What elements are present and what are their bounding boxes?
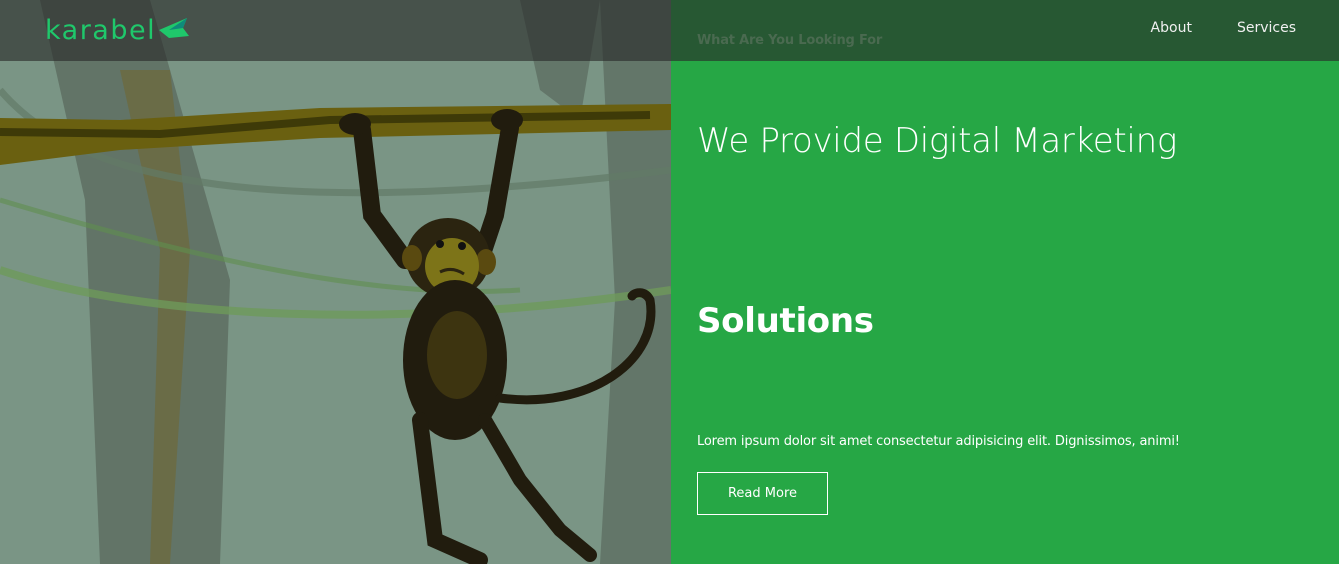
- search-placeholder[interactable]: What Are You Looking For: [697, 33, 882, 48]
- nav-item-about[interactable]: About: [1151, 20, 1192, 36]
- read-more-button[interactable]: Read More: [697, 472, 828, 515]
- graduation-cap-icon: [157, 16, 191, 44]
- top-navigation-bar: [0, 0, 1339, 61]
- nav-item-services[interactable]: Services: [1237, 20, 1296, 36]
- main-nav: About Services: [1151, 20, 1296, 36]
- hero-headline-continuation: Solutions: [697, 301, 874, 341]
- hero-description: Lorem ipsum dolor sit amet consectetur a…: [697, 434, 1180, 449]
- brand-name: karabel: [45, 14, 157, 46]
- hero-illustration: [0, 0, 671, 564]
- brand-logo[interactable]: karabel: [45, 14, 191, 46]
- monkey-illustration: [0, 0, 671, 564]
- hero-headline: We Provide Digital Marketing: [697, 121, 1177, 161]
